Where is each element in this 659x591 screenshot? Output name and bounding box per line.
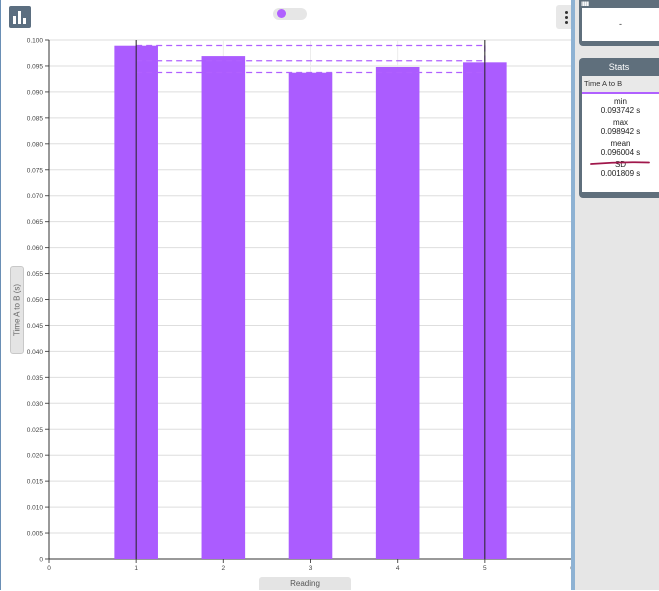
y-tick-label: 0.005 (27, 531, 44, 538)
y-axis-label-tab[interactable]: Time A to B (s) (10, 266, 24, 354)
y-tick-label: 0 (39, 557, 43, 564)
y-tick-label: 0.070 (27, 193, 44, 200)
y-tick-label: 0.090 (27, 89, 44, 96)
readout-value: - (582, 8, 659, 41)
stat-value: 0.096004 s (600, 148, 641, 157)
stat-label: mean (610, 139, 631, 148)
x-tick-label: 0 (47, 565, 51, 572)
stats-panel: Stats Time A to B min 0.093742 s max 0.0… (579, 58, 659, 198)
x-axis-label-tab[interactable]: Reading (259, 577, 351, 590)
stat-mean: mean 0.096004 s (582, 139, 659, 157)
stat-max: max 0.098942 s (582, 118, 659, 136)
y-tick-label: 0.030 (27, 401, 44, 408)
y-tick-label: 0.080 (27, 141, 44, 148)
bar (201, 56, 246, 560)
graph-panel: 0 0.005 0.010 0.015 0.020 0.025 0.030 0.035 0.04… (0, 0, 576, 590)
mean-annotation-underline (590, 161, 650, 165)
y-tick-label: 0.060 (27, 245, 44, 252)
stats-title: Stats (608, 62, 630, 72)
y-tick-label: 0.020 (27, 453, 44, 460)
x-tick-label: 5 (483, 565, 487, 572)
y-tick-label: 0.075 (27, 167, 44, 174)
y-tick-label: 0.025 (27, 427, 44, 434)
y-tick-label: 0.095 (27, 63, 44, 70)
bar (375, 66, 420, 559)
stat-value: 0.001809 s (600, 169, 641, 178)
y-tick-label: 0.065 (27, 219, 44, 226)
stat-label: max (612, 118, 629, 127)
stat-label: min (614, 97, 627, 106)
x-tick-label: 4 (396, 565, 400, 572)
x-tick-label: 1 (134, 565, 138, 572)
stats-series-header[interactable]: Time A to B (582, 76, 659, 94)
y-tick-label: 0.100 (27, 38, 44, 45)
y-tick-label: 0.040 (27, 349, 44, 356)
meter-readout: IIIIIIIIIII - (579, 0, 659, 46)
x-tick-label: 3 (309, 565, 313, 572)
y-tick-label: 0.035 (27, 375, 44, 382)
stat-value: 0.098942 s (600, 127, 641, 136)
y-tick-label: 0.015 (27, 479, 44, 486)
y-tick-label: 0.010 (27, 505, 44, 512)
y-tick-label: 0.055 (27, 271, 44, 278)
y-tick-label: 0.045 (27, 323, 44, 330)
x-tick-label: 2 (222, 565, 226, 572)
stats-body: Time A to B min 0.093742 s max 0.098942 … (582, 76, 659, 192)
stat-value: 0.093742 s (600, 106, 641, 115)
y-axis-label: Time A to B (s) (12, 283, 22, 337)
y-tick-label: 0.050 (27, 297, 44, 304)
stat-min: min 0.093742 s (582, 97, 659, 115)
y-tick-label: 0.085 (27, 115, 44, 122)
bar (288, 72, 333, 560)
bar-chart: 0 0.005 0.010 0.015 0.020 0.025 0.030 0.035 0.04… (27, 38, 574, 573)
